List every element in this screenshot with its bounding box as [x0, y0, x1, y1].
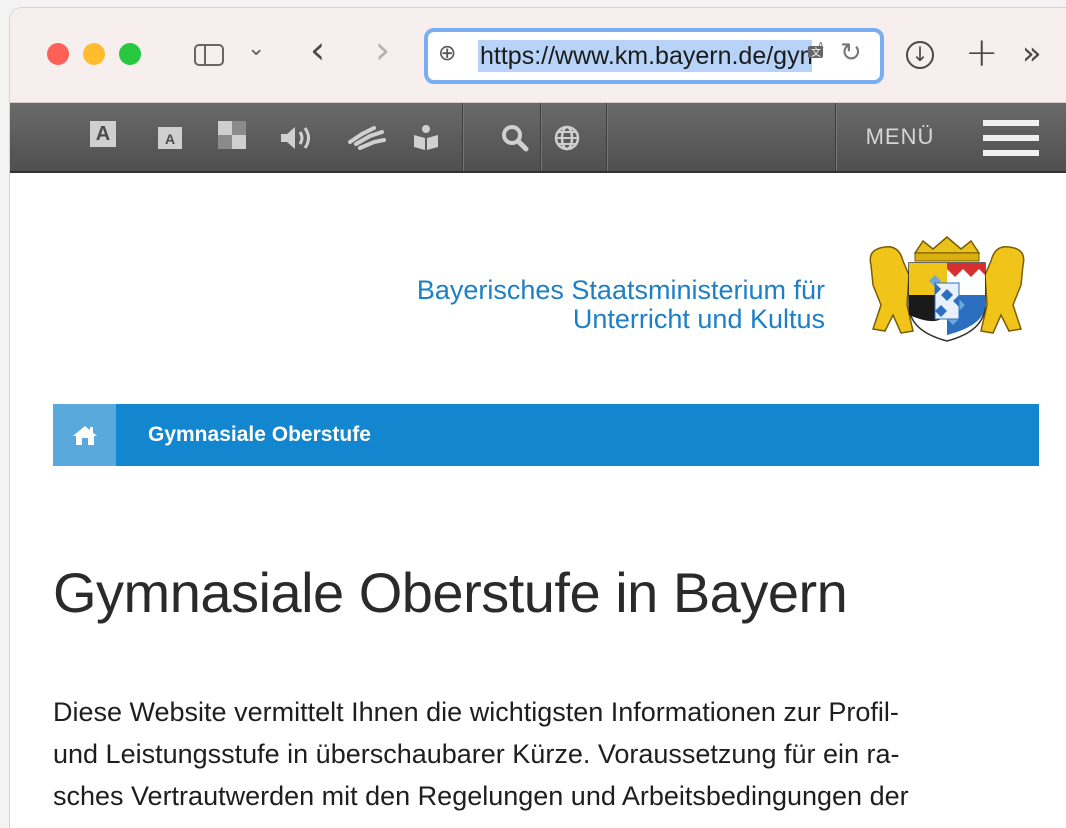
more-icon[interactable]: » [1022, 34, 1042, 72]
minimize-window-button[interactable] [83, 43, 105, 65]
easy-language-icon[interactable] [406, 103, 446, 171]
browser-toolbar: ⌄ ‹ › ⊕ https://www.km.bayern.de/gym 文A … [10, 8, 1066, 103]
zoom-window-button[interactable] [119, 43, 141, 65]
intro-line: und Leistungsstufe in überschaubarer Kür… [53, 739, 900, 769]
ministry-name[interactable]: Bayerisches Staatsministerium für Unterr… [210, 276, 825, 334]
ministry-line-2: Unterricht und Kultus [572, 304, 825, 334]
browser-window: ⌄ ‹ › ⊕ https://www.km.bayern.de/gym 文A … [10, 8, 1066, 828]
sidebar-icon[interactable] [194, 44, 224, 66]
intro-line: Diese Website vermittelt Ihnen die wicht… [53, 697, 899, 727]
bavarian-coat-of-arms-logo[interactable] [863, 235, 1031, 345]
search-icon[interactable] [490, 103, 540, 171]
separator [606, 103, 607, 171]
contrast-icon[interactable] [218, 121, 246, 149]
url-text[interactable]: https://www.km.bayern.de/gym [478, 40, 812, 72]
language-globe-icon[interactable] [542, 103, 592, 171]
intro-line: sches Vertrautwerden mit den Regelungen … [53, 781, 909, 811]
accessibility-bar: A A MENÜ [10, 103, 1066, 173]
home-icon[interactable] [53, 404, 116, 466]
breadcrumb: Gymnasiale Oberstufe [53, 404, 1039, 466]
download-icon[interactable]: ↓ [906, 41, 934, 69]
menu-label[interactable]: MENÜ [850, 103, 950, 171]
font-larger-icon[interactable]: A [90, 121, 116, 147]
sign-language-icon[interactable] [338, 103, 398, 171]
intro-paragraph: Diese Website vermittelt Ihnen die wicht… [53, 691, 1043, 817]
reload-icon[interactable]: ↻ [840, 38, 862, 68]
svg-text:A: A [818, 41, 824, 50]
page-title: Gymnasiale Oberstufe in Bayern [53, 561, 848, 624]
globe-icon: ⊕ [438, 41, 457, 66]
forward-icon[interactable]: › [375, 28, 390, 72]
address-bar[interactable]: ⊕ https://www.km.bayern.de/gym 文A ↻ [424, 28, 884, 84]
close-window-button[interactable] [47, 43, 69, 65]
breadcrumb-current[interactable]: Gymnasiale Oberstufe [148, 404, 371, 466]
separator [540, 103, 541, 171]
back-icon[interactable]: ‹ [310, 28, 325, 72]
ministry-line-1: Bayerisches Staatsministerium für [416, 275, 825, 305]
chevron-down-icon[interactable]: ⌄ [247, 36, 265, 61]
separator [462, 103, 463, 171]
speaker-icon[interactable] [266, 103, 326, 171]
font-smaller-icon[interactable]: A [158, 127, 182, 149]
new-tab-icon[interactable]: + [965, 30, 999, 76]
translate-icon[interactable]: 文A [806, 40, 828, 68]
separator [835, 103, 836, 171]
hamburger-menu-icon[interactable] [983, 120, 1039, 156]
